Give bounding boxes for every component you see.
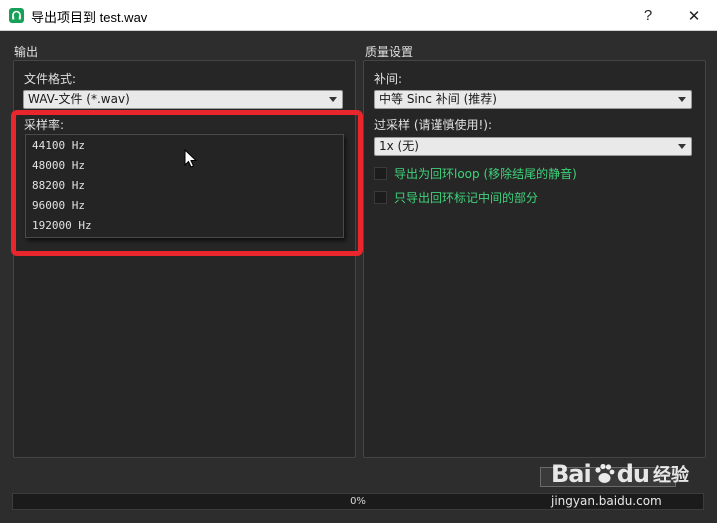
- window-title: 导出项目到 test.wav: [31, 10, 148, 25]
- export-loop-checkbox[interactable]: [374, 167, 387, 180]
- title-bar: 导出项目到 test.wav ? ✕: [0, 0, 717, 31]
- file-format-label: 文件格式:: [24, 72, 77, 86]
- help-button[interactable]: ?: [625, 0, 671, 31]
- sample-rate-option[interactable]: 88200 Hz: [26, 176, 343, 196]
- close-button[interactable]: ✕: [671, 0, 717, 31]
- sample-rate-option[interactable]: 192000 Hz: [26, 216, 343, 236]
- interpolation-select[interactable]: 中等 Sinc 补间 (推荐): [374, 90, 692, 109]
- file-format-value: WAV-文件 (*.wav): [28, 92, 130, 106]
- oversampling-value: 1x (无): [379, 139, 419, 153]
- progress-text: 0%: [350, 496, 366, 507]
- sample-rate-option[interactable]: 96000 Hz: [26, 196, 343, 216]
- app-logo-icon: [9, 8, 24, 23]
- export-between-marks-option[interactable]: 只导出回环标记中间的部分: [374, 189, 538, 206]
- oversampling-select[interactable]: 1x (无): [374, 137, 692, 156]
- chevron-down-icon: [329, 97, 337, 102]
- sample-rate-label: 采样率:: [24, 118, 65, 132]
- chevron-down-icon: [678, 144, 686, 149]
- oversampling-label: 过采样 (请谨慎使用!):: [374, 118, 493, 132]
- export-button[interactable]: [540, 467, 676, 487]
- file-format-select[interactable]: WAV-文件 (*.wav): [23, 90, 343, 109]
- export-between-marks-checkbox[interactable]: [374, 191, 387, 204]
- export-loop-option[interactable]: 导出为回环loop (移除结尾的静音): [374, 165, 577, 182]
- interpolation-value: 中等 Sinc 补间 (推荐): [379, 92, 497, 106]
- chevron-down-icon: [678, 97, 686, 102]
- progress-bar: 0%: [12, 493, 704, 510]
- quality-section-title: 质量设置: [365, 45, 414, 59]
- export-loop-label[interactable]: 导出为回环loop (移除结尾的静音): [394, 165, 577, 182]
- output-groupbox: [13, 60, 356, 458]
- export-between-marks-label[interactable]: 只导出回环标记中间的部分: [394, 189, 538, 206]
- mouse-cursor-icon: [184, 149, 198, 168]
- interpolation-label: 补间:: [374, 72, 403, 86]
- output-section-title: 输出: [14, 45, 39, 59]
